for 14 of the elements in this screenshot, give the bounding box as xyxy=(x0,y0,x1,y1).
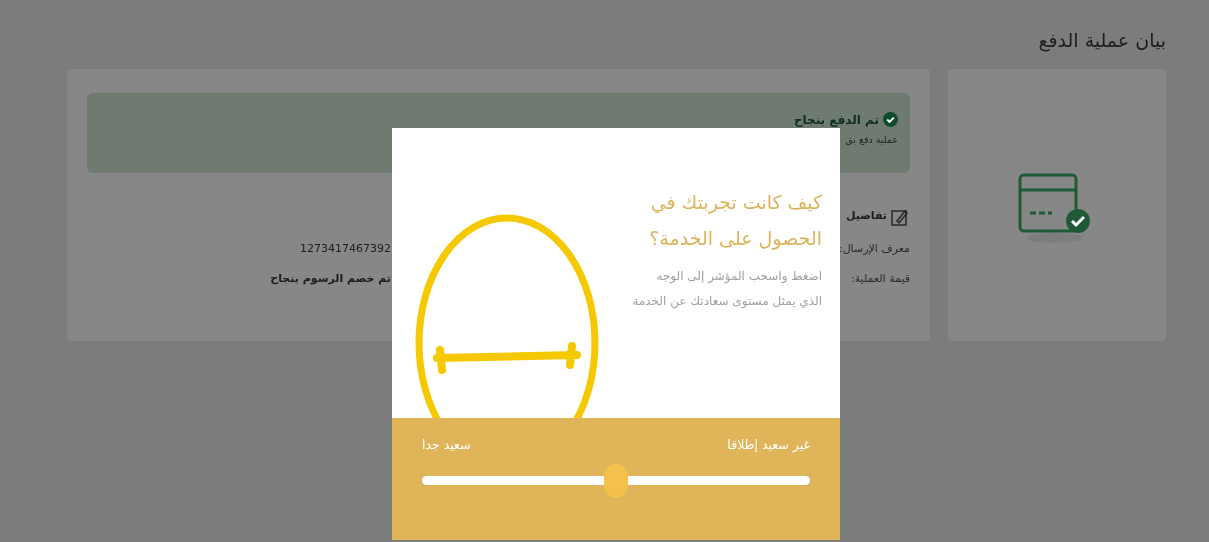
alert-text: عملية دفع بق xyxy=(845,132,898,147)
detail-label: قيمة العملية: xyxy=(851,271,910,287)
slider-thumb[interactable] xyxy=(604,463,628,498)
max-rating-label: سعيد جدا xyxy=(422,436,471,454)
page-title: بيان عملية الدفع xyxy=(1038,28,1166,54)
survey-title: كيف كانت تجربتك في الحصول على الخدمة؟ xyxy=(648,190,822,252)
detail-label: معرف الإرسال: xyxy=(838,240,910,257)
survey-instructions: اضغط واسحب المؤشر إلى الوجه الذي يمثل مستوى سعادتك عن الخدمة xyxy=(632,268,822,311)
detail-value: تم خصم الرسوم بنجاح xyxy=(270,271,391,287)
alert-title: تم الدفع بنجاح xyxy=(793,111,879,129)
detail-value: 1273417467392 xyxy=(300,240,391,257)
details-heading: تفاصيل xyxy=(845,208,887,225)
check-circle-icon xyxy=(883,112,898,127)
min-rating-label: غير سعيد إطلاقا xyxy=(727,436,810,455)
